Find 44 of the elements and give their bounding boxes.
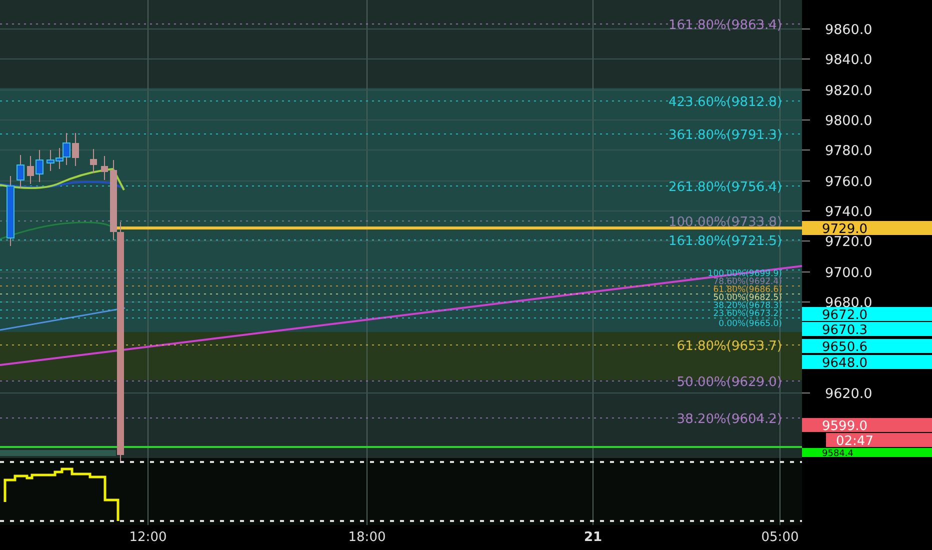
time-axis-label: 18:00 xyxy=(348,530,386,545)
fib-level-label: 100.00%(9733.8) xyxy=(668,215,782,230)
price-axis-label: 9800.0 xyxy=(825,113,872,129)
price-axis-label: 9760.0 xyxy=(825,174,872,190)
time-axis-label: 12:00 xyxy=(129,530,167,545)
fib-level-label: 61.80%(9653.7) xyxy=(676,339,782,354)
candle xyxy=(90,148,97,174)
price-axis-label: 9820.0 xyxy=(825,83,872,99)
fib-level-label: 261.80%(9756.4) xyxy=(668,180,782,195)
fib-level-label: 38.20%(9604.2) xyxy=(676,412,782,427)
fib-level-label: 38.20%(9678.3) xyxy=(713,301,782,311)
price-axis-label: 9840.0 xyxy=(825,52,872,68)
fib-level-label: 423.60%(9812.8) xyxy=(668,95,782,110)
time-axis-label: 21 xyxy=(584,530,602,545)
fib-level-label: 50.00%(9629.0) xyxy=(676,375,782,390)
fib-level-label: 361.80%(9791.3) xyxy=(668,128,782,143)
candle xyxy=(101,156,108,180)
price-tag: 9648.0 xyxy=(802,355,932,371)
fib-level-label: 50.00%(9682.5) xyxy=(713,293,782,303)
price-axis-label: 9720.0 xyxy=(825,234,872,250)
price-tag: 9729.0 xyxy=(802,221,932,237)
candle xyxy=(72,132,79,166)
price-tag: 9584.4 xyxy=(802,448,932,459)
fib-level-label: 161.80%(9863.4) xyxy=(668,18,782,33)
price-axis-label: 9700.0 xyxy=(825,265,872,281)
fib-level-label: 61.80%(9686.6) xyxy=(713,285,782,295)
fib-level-label: 78.60%(9692.4) xyxy=(713,277,782,287)
fib-level-label: 23.60%(9673.2) xyxy=(713,309,782,319)
price-axis-label: 9620.0 xyxy=(825,386,872,402)
price-tag: 9670.3 xyxy=(802,322,932,338)
price-axis-label: 9860.0 xyxy=(825,22,872,38)
price-tag: 9650.6 xyxy=(802,339,932,355)
candle xyxy=(16,154,24,188)
price-tag: 9672.0 xyxy=(802,307,932,323)
fib-level-label: 161.80%(9721.5) xyxy=(668,234,782,249)
candle xyxy=(6,176,14,246)
candle xyxy=(27,156,34,184)
fib-level-label: 0.00%(9665.0) xyxy=(718,319,782,329)
price-axis-label: 9780.0 xyxy=(825,143,872,159)
price-tag: 9599.0 xyxy=(802,418,932,434)
price-tag: 02:47 xyxy=(826,433,932,449)
price-axis-label: 9740.0 xyxy=(825,204,872,220)
time-axis-label: 05:00 xyxy=(761,530,799,545)
candle xyxy=(36,150,44,182)
